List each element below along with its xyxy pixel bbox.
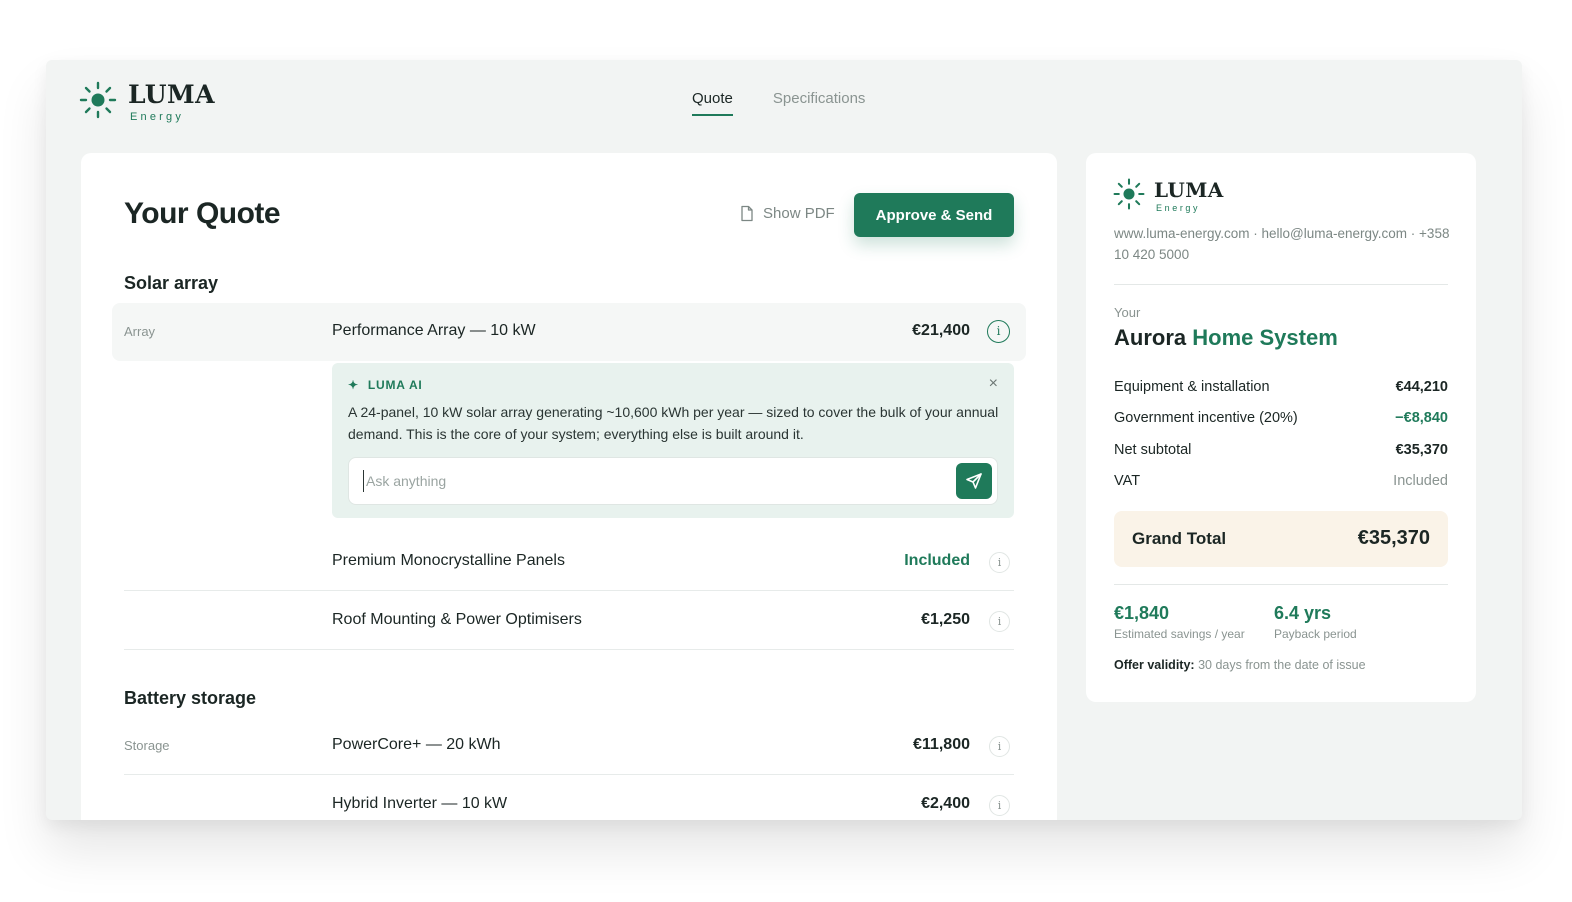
item-name: Premium Monocrystalline Panels (332, 552, 565, 569)
summary-line-incentive: Government incentive (20%) −€8,840 (1114, 410, 1448, 426)
send-button[interactable] (956, 463, 992, 499)
brand-tagline: Energy (1156, 203, 1201, 213)
line-value: €35,370 (1395, 442, 1448, 458)
brand-logo[interactable]: LUMA Energy (78, 82, 215, 123)
item-category: Storage (124, 738, 170, 753)
tab-specifications[interactable]: Specifications (773, 90, 866, 116)
payback-value: 6.4 yrs (1274, 603, 1332, 623)
sun-icon (79, 81, 117, 119)
offer-validity: Offer validity: 30 days from the date of… (1114, 658, 1366, 672)
brand-name: LUMA (1154, 178, 1224, 202)
info-icon[interactable]: i (989, 795, 1010, 816)
ai-header-label: LUMA AI (367, 378, 423, 392)
your-label: Your (1114, 305, 1141, 320)
grand-total-value: €35,370 (1357, 527, 1430, 549)
line-label: Equipment & installation (1114, 379, 1270, 395)
ai-message: A 24-panel, 10 kW solar array generating… (348, 404, 999, 442)
product-title: Aurora Home System (1114, 325, 1338, 351)
tab-quote[interactable]: Quote (692, 90, 733, 116)
show-pdf-label: Show PDF (763, 205, 835, 222)
close-icon[interactable]: × (989, 375, 998, 393)
brand-tagline: Energy (130, 111, 185, 123)
section-title-solar: Solar array (124, 273, 219, 293)
summary-line-equipment: Equipment & installation €44,210 (1114, 379, 1448, 395)
summary-brand-logo: LUMA Energy (1112, 178, 1224, 213)
summary-card: LUMA Energy www.luma-energy.com · hello@… (1086, 153, 1476, 702)
item-price: €2,400 (921, 795, 970, 812)
ai-input-box (348, 457, 998, 505)
item-name: Roof Mounting & Power Optimisers (332, 611, 582, 628)
validity-text: 30 days from the date of issue (1198, 658, 1366, 672)
line-item-panels[interactable]: Premium Monocrystalline Panels Included … (124, 533, 1014, 591)
line-item-performance-array[interactable]: Array Performance Array — 10 kW €21,400 … (112, 303, 1026, 361)
item-name: Hybrid Inverter — 10 kW (332, 795, 508, 812)
grand-total-label: Grand Total (1132, 529, 1227, 548)
line-item-inverter[interactable]: Hybrid Inverter — 10 kW €2,400 i (124, 776, 1014, 820)
item-category: Array (124, 324, 156, 339)
sparkle-icon: ✦ (348, 378, 359, 392)
payback-stat: 6.4 yrs Payback period (1274, 603, 1357, 641)
info-icon[interactable]: i (989, 611, 1010, 632)
app-window: LUMA Energy Quote Specifications Your Qu… (46, 60, 1522, 820)
ai-header: ✦ LUMA AI (348, 378, 423, 392)
ai-assistant-panel: ✦ LUMA AI × A 24-panel, 10 kW solar arra… (332, 363, 1014, 518)
line-item-mounting[interactable]: Roof Mounting & Power Optimisers €1,250 … (124, 592, 1014, 650)
divider (1114, 584, 1448, 585)
page-title: Your Quote (124, 197, 281, 230)
validity-label: Offer validity: (1114, 658, 1195, 672)
product-name: Aurora (1114, 325, 1187, 350)
quote-card: Your Quote Show PDF Approve & Send Solar… (81, 153, 1057, 820)
line-value: −€8,840 (1395, 410, 1448, 426)
savings-label: Estimated savings / year (1114, 627, 1245, 641)
item-name: Performance Array — 10 kW (332, 322, 536, 339)
info-icon[interactable]: i (989, 552, 1010, 573)
approve-send-button[interactable]: Approve & Send (854, 193, 1014, 237)
show-pdf-button[interactable]: Show PDF (739, 205, 835, 222)
line-value: €44,210 (1395, 379, 1448, 395)
document-icon (741, 205, 753, 222)
item-price: €21,400 (912, 322, 970, 339)
send-icon (966, 473, 982, 489)
line-item-powercore[interactable]: Storage PowerCore+ — 20 kWh €11,800 i (124, 717, 1014, 775)
line-label: Net subtotal (1114, 442, 1192, 458)
summary-line-vat: VAT Included (1114, 473, 1448, 489)
product-accent: Home System (1192, 325, 1338, 350)
section-title-battery: Battery storage (124, 688, 257, 708)
savings-stat: €1,840 Estimated savings / year (1114, 603, 1245, 641)
line-value: Included (1393, 473, 1448, 489)
item-price: Included (904, 552, 970, 569)
summary-line-net-subtotal: Net subtotal €35,370 (1114, 442, 1448, 458)
line-label: VAT (1114, 473, 1141, 489)
ask-input[interactable] (363, 470, 943, 492)
grand-total: Grand Total €35,370 (1114, 511, 1448, 567)
line-label: Government incentive (20%) (1114, 410, 1298, 426)
info-icon[interactable]: i (987, 320, 1010, 343)
item-name: PowerCore+ — 20 kWh (332, 736, 501, 753)
item-price: €11,800 (913, 736, 970, 753)
contact-info: www.luma-energy.com · hello@luma-energy.… (1114, 226, 1450, 262)
sun-icon (1113, 178, 1145, 210)
brand-name: LUMA (128, 80, 216, 109)
payback-label: Payback period (1274, 627, 1357, 641)
divider (1114, 284, 1448, 285)
info-icon[interactable]: i (989, 736, 1010, 757)
nav-tabs: Quote Specifications (692, 90, 905, 116)
savings-value: €1,840 (1114, 603, 1170, 623)
item-price: €1,250 (921, 611, 970, 628)
